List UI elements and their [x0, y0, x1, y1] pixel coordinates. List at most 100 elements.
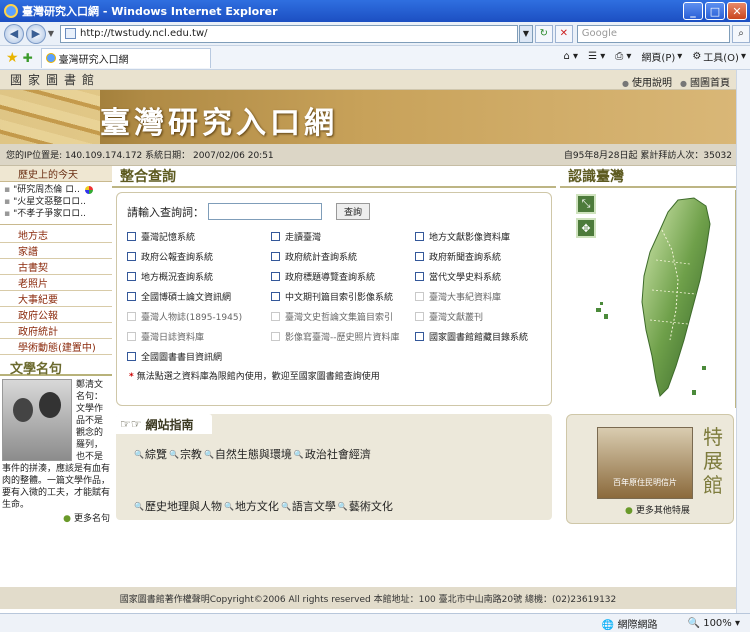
url-input[interactable]: http://twstudy.ncl.edu.tw/	[60, 24, 518, 43]
database-option[interactable]: 政府標題導覽查詢系統	[271, 268, 415, 285]
url-dropdown-icon[interactable]: ▼	[518, 24, 533, 43]
visitor-count: 自95年8月28日起 累計拜訪人次：35032	[563, 151, 732, 161]
home-icon[interactable]: ⌂ ▾	[564, 51, 579, 62]
help-link[interactable]: 使用說明	[622, 74, 672, 89]
database-option[interactable]: 全國圖書書目資訊網	[127, 348, 271, 365]
guide-link[interactable]: 地方文化	[224, 498, 279, 514]
back-icon[interactable]: ◀	[4, 23, 24, 44]
checkbox[interactable]	[271, 252, 280, 261]
database-option-label: 國家圖書館館藏目錄系統	[429, 333, 529, 343]
category-item[interactable]: 政府統計	[0, 323, 112, 339]
page-menu[interactable]: 網頁(P) ▾	[641, 49, 682, 64]
database-option[interactable]: 政府新聞查詢系統	[415, 248, 555, 265]
category-item[interactable]: 大事紀要	[0, 291, 112, 307]
guide-link[interactable]: 政治社會經濟	[294, 446, 371, 462]
ncl-home-link[interactable]: 國圖首頁	[680, 74, 730, 89]
add-favorite-icon[interactable]: ✚	[23, 51, 33, 65]
search-icon[interactable]: ⌕	[732, 24, 750, 43]
taiwan-map[interactable]	[560, 190, 736, 404]
checkbox[interactable]	[127, 352, 136, 361]
guide-link[interactable]: 自然生態與環境	[204, 446, 292, 462]
guide-link[interactable]: 藝術文化	[338, 498, 393, 514]
zoom-level[interactable]: 🔍 100% ▾	[688, 618, 740, 629]
checkbox[interactable]	[271, 272, 280, 281]
more-quotes-link[interactable]: 更多名句	[2, 513, 110, 525]
checkbox[interactable]	[415, 252, 424, 261]
checkbox	[271, 332, 280, 341]
checkbox[interactable]	[127, 292, 136, 301]
footer: 國家圖書館著作權聲明Copyright©2006 All rights rese…	[0, 587, 736, 609]
quote-author: 鄭清文名句：	[76, 380, 104, 402]
database-option-label: 全國博碩士論文資訊網	[141, 293, 232, 303]
category-item[interactable]: 政府公報	[0, 307, 112, 323]
database-option[interactable]: 政府公報查詢系統	[127, 248, 271, 265]
stop-icon[interactable]: ✕	[554, 24, 573, 43]
guide-link[interactable]: 綜覽	[134, 446, 167, 462]
checkbox[interactable]	[127, 272, 136, 281]
info-bar: 您的IP位置是: 140.109.174.172 系統日期： 2007/02/0…	[0, 144, 736, 166]
database-option[interactable]: 國家圖書館館藏目錄系統	[415, 328, 555, 345]
checkbox[interactable]	[415, 332, 424, 341]
database-option-label: 臺灣日誌資料庫	[141, 333, 205, 343]
category-item[interactable]: 地方志	[0, 227, 112, 243]
search-placeholder: Google	[581, 28, 618, 39]
feeds-icon[interactable]: ☰ ▾	[588, 51, 605, 62]
vertical-scrollbar[interactable]	[736, 70, 750, 613]
top-strip: 國家圖書館 使用說明 國圖首頁	[0, 70, 736, 90]
category-item[interactable]: 古書契	[0, 259, 112, 275]
address-bar: ◀ ▶ ▼ http://twstudy.ncl.edu.tw/ ▼ ↻ ✕ G…	[0, 22, 750, 46]
ip-info: 您的IP位置是: 140.109.174.172 系統日期： 2007/02/0…	[6, 151, 274, 161]
list-item[interactable]: "火星文惡整ロロ..	[4, 196, 110, 208]
special-exhibition[interactable]: 百年原住民明信片 特展館 更多其他特展	[566, 414, 734, 524]
postcard-image[interactable]	[597, 427, 693, 499]
checkbox	[127, 312, 136, 321]
database-option[interactable]: 走讀臺灣	[271, 228, 415, 245]
globe-icon	[84, 185, 93, 194]
database-option[interactable]: 地方文獻影像資料庫	[415, 228, 555, 245]
checkbox[interactable]	[415, 232, 424, 241]
refresh-icon[interactable]: ↻	[534, 24, 553, 43]
checkbox[interactable]	[127, 232, 136, 241]
database-option[interactable]: 地方概況查詢系統	[127, 268, 271, 285]
favorites-star-icon[interactable]: ★	[6, 50, 19, 66]
minimize-button[interactable]: _	[683, 2, 703, 20]
database-option[interactable]: 全國博碩士論文資訊網	[127, 288, 271, 305]
tab-current[interactable]: 臺灣研究入口網	[40, 47, 211, 68]
query-input[interactable]	[208, 203, 322, 220]
list-item[interactable]: "研究周杰倫 ロ..	[4, 184, 110, 196]
database-option[interactable]: 臺灣記憶系統	[127, 228, 271, 245]
list-item[interactable]: "不孝子爭家ロロ..	[4, 208, 110, 220]
maximize-button[interactable]: □	[705, 2, 725, 20]
database-option: 臺灣大事紀資料庫	[415, 288, 555, 305]
category-item[interactable]: 老照片	[0, 275, 112, 291]
category-item[interactable]: 學術動態(建置中)	[0, 339, 112, 355]
quote-title: 文學名句	[0, 358, 112, 377]
guide-link[interactable]: 語言文學	[281, 498, 336, 514]
forward-icon[interactable]: ▶	[25, 23, 46, 44]
checkbox[interactable]	[415, 272, 424, 281]
guide-link[interactable]: 歷史地理與人物	[134, 498, 222, 514]
exhibition-title: 特展館	[703, 425, 723, 497]
database-checkbox-grid: 臺灣記憶系統 走讀臺灣 地方文獻影像資料庫 政府公報查詢系統 政府統計查詢系統 政府新聞查…	[117, 220, 551, 365]
print-icon[interactable]: ⎙ ▾	[615, 51, 631, 62]
history-dropdown-icon[interactable]: ▼	[48, 29, 54, 38]
more-exhibitions-link[interactable]: 更多其他特展	[625, 503, 690, 516]
close-button[interactable]: ✕	[727, 2, 747, 20]
tools-menu[interactable]: ⚙ 工具(O) ▾	[692, 49, 746, 64]
checkbox[interactable]	[127, 252, 136, 261]
query-button[interactable]: 查詢	[336, 203, 370, 220]
checkbox[interactable]	[271, 292, 280, 301]
database-option[interactable]: 政府統計查詢系統	[271, 248, 415, 265]
guide-link[interactable]: 宗教	[169, 446, 202, 462]
checkbox[interactable]	[271, 232, 280, 241]
search-input[interactable]: Google	[576, 24, 731, 43]
database-option-label: 當代文學史料系統	[429, 273, 502, 283]
database-option[interactable]: 中文期刊篇目索引影像系統	[271, 288, 415, 305]
database-option[interactable]: 當代文學史料系統	[415, 268, 555, 285]
author-photo	[2, 379, 72, 461]
database-option: 臺灣文史哲論文集篇目索引	[271, 308, 415, 325]
category-item[interactable]: 家譜	[0, 243, 112, 259]
database-option-label: 政府標題導覽查詢系統	[285, 273, 376, 283]
database-option-label: 政府新聞查詢系統	[429, 253, 502, 263]
checkbox	[271, 312, 280, 321]
